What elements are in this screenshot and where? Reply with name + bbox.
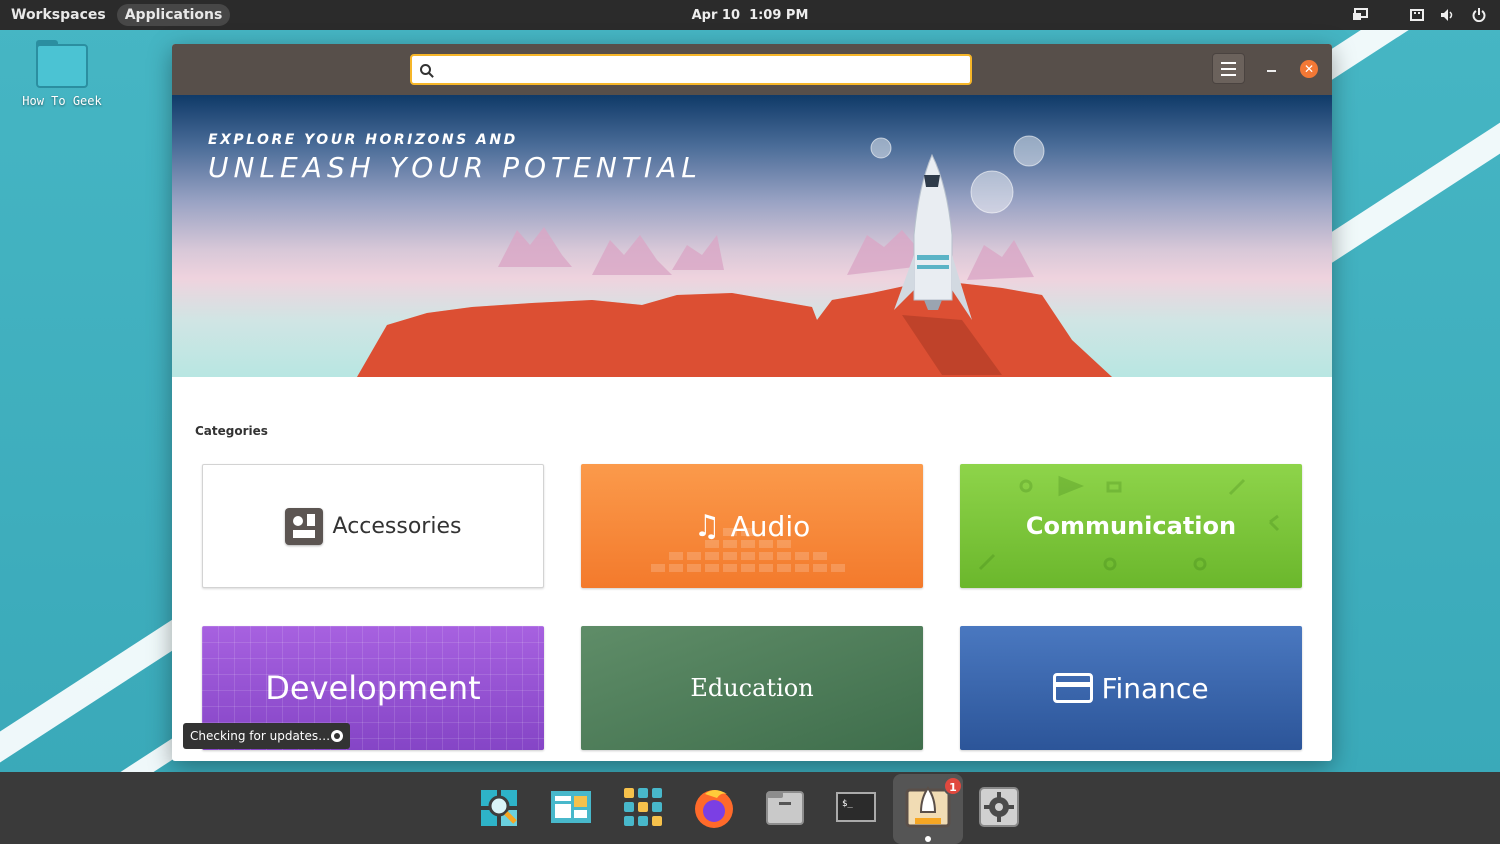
folder-icon	[36, 40, 88, 88]
dock-window-manager[interactable]	[548, 784, 594, 830]
spinner-icon	[331, 730, 343, 742]
magnifier-app-icon	[481, 790, 517, 826]
category-label: Communication	[1025, 512, 1237, 540]
dock-files[interactable]	[762, 784, 808, 830]
search-icon	[420, 64, 431, 75]
volume-icon[interactable]	[1440, 8, 1456, 22]
dock-terminal[interactable]: $_	[833, 784, 879, 830]
category-label: Finance	[1101, 671, 1209, 705]
category-audio[interactable]: ♫ Audio	[581, 464, 923, 588]
category-label: Development	[265, 669, 481, 707]
category-education[interactable]: Education	[581, 626, 923, 750]
dock-app-grid[interactable]	[620, 784, 666, 830]
applications-button[interactable]: Applications	[116, 4, 231, 26]
banner-illustration	[357, 135, 1112, 377]
window-header: ✕	[172, 44, 1332, 95]
desktop-folder-label: How To Geek	[22, 94, 102, 108]
notification-badge: 1	[943, 776, 963, 796]
accessories-icon	[284, 507, 323, 545]
firefox-icon	[695, 790, 733, 828]
top-panel: Workspaces Applications Apr 10 1:09 PM	[0, 0, 1500, 30]
files-icon	[766, 791, 804, 825]
dock-settings[interactable]	[976, 784, 1022, 830]
svg-text:$_: $_	[842, 799, 853, 809]
category-communication[interactable]: Communication	[960, 464, 1302, 588]
search-input[interactable]	[437, 60, 970, 79]
desktop-folder[interactable]: How To Geek	[22, 40, 102, 108]
category-finance[interactable]: Finance	[960, 626, 1302, 750]
minimize-button[interactable]	[1264, 60, 1280, 76]
music-note-icon: ♫	[693, 508, 721, 544]
hero-banner: EXPLORE YOUR HORIZONS AND UNLEASH YOUR P…	[172, 95, 1332, 377]
terminal-icon: $_	[836, 792, 876, 822]
update-toast: Checking for updates…	[183, 723, 350, 749]
category-label: Accessories	[332, 513, 462, 539]
category-label: Education	[690, 674, 814, 702]
close-button[interactable]: ✕	[1300, 60, 1318, 78]
system-tray	[1352, 0, 1486, 30]
workspaces-button[interactable]: Workspaces	[3, 4, 114, 26]
keyboard-icon[interactable]	[1410, 9, 1424, 21]
dock: $_ 1	[0, 772, 1500, 844]
hamburger-menu-button[interactable]	[1212, 53, 1245, 84]
window-manager-icon	[551, 791, 591, 823]
app-grid-icon	[624, 788, 662, 826]
category-label: Audio	[730, 509, 811, 543]
dock-app-store[interactable]: 1	[893, 774, 963, 844]
dock-firefox[interactable]	[691, 784, 737, 830]
credit-card-icon	[1053, 673, 1094, 703]
gear-icon	[979, 787, 1019, 827]
toast-text: Checking for updates…	[190, 729, 331, 743]
clock-time[interactable]: 1:09 PM	[749, 8, 808, 23]
clock-date[interactable]: Apr 10	[692, 8, 740, 23]
category-accessories[interactable]: Accessories	[202, 464, 544, 588]
search-box[interactable]	[410, 54, 972, 85]
app-store-window: ✕ EXPLORE YOUR HORIZONS AND UNLEASH YOUR…	[172, 44, 1332, 761]
display-icon[interactable]	[1352, 8, 1368, 22]
dock-search-app[interactable]	[477, 784, 523, 830]
running-indicator	[925, 836, 931, 842]
power-icon[interactable]	[1472, 8, 1486, 22]
categories-heading: Categories	[195, 424, 268, 438]
